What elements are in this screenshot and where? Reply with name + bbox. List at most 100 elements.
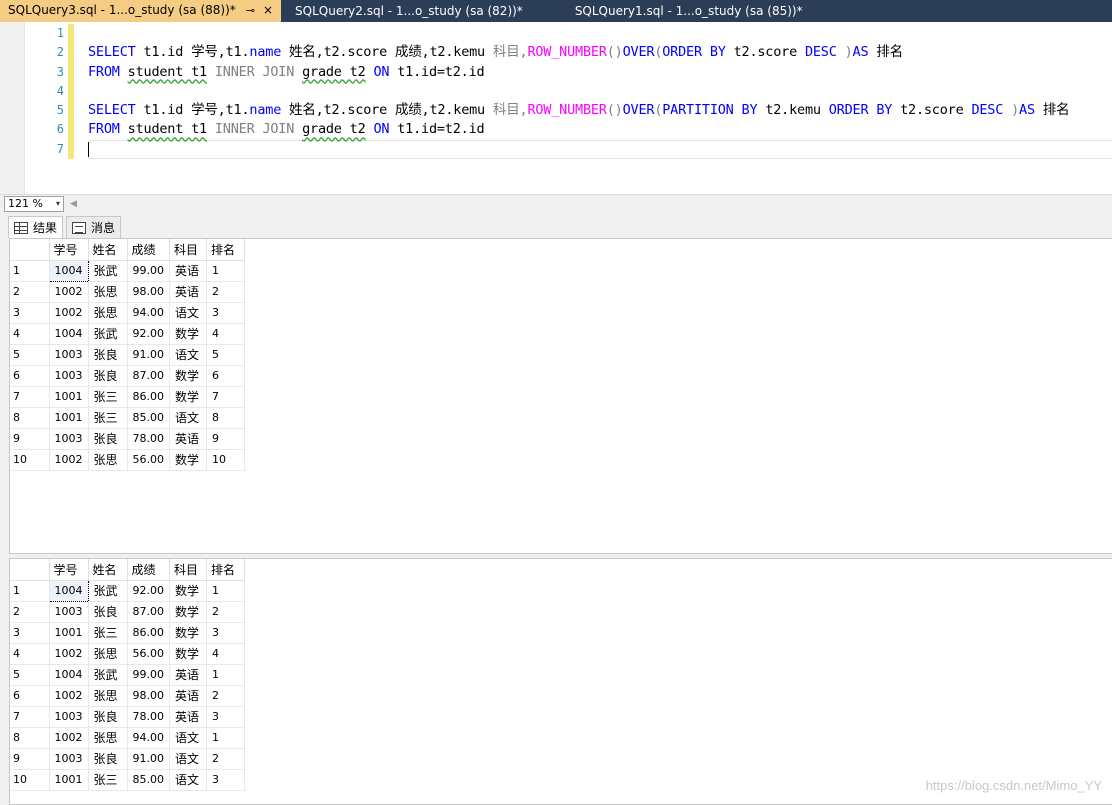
tab-results[interactable]: 结果 xyxy=(8,216,64,238)
cell-subject[interactable]: 语文 xyxy=(169,302,207,324)
cell-subject[interactable]: 数学 xyxy=(169,323,207,345)
table-row[interactable]: 4 1004 张武 92.00 数学 4 xyxy=(10,323,245,345)
cell-score[interactable]: 85.00 xyxy=(127,769,170,791)
cell-id[interactable]: 1001 xyxy=(49,622,89,644)
cell-id[interactable]: 1002 xyxy=(49,281,89,303)
cell-score[interactable]: 86.00 xyxy=(127,622,170,644)
pin-icon[interactable]: ⊸ xyxy=(246,4,255,17)
cell-score[interactable]: 87.00 xyxy=(127,601,170,623)
cell-name[interactable]: 张良 xyxy=(88,748,128,770)
cell-score[interactable]: 78.00 xyxy=(127,706,170,728)
cell-id[interactable]: 1002 xyxy=(49,302,89,324)
cell-score[interactable]: 86.00 xyxy=(127,386,170,408)
table-row[interactable]: 2 1002 张思 98.00 英语 2 xyxy=(10,281,245,303)
row-number[interactable]: 10 xyxy=(10,449,50,471)
query-editor[interactable]: 1 2 3 4 5 6 7 SELECT t1.id 学号,t1.name 姓名… xyxy=(0,22,1112,194)
cell-name[interactable]: 张良 xyxy=(88,601,128,623)
cell-rank[interactable]: 2 xyxy=(206,685,245,707)
result-grid-1[interactable]: 学号 姓名 成绩 科目 排名 1 1004 张武 99.00 英语 1 2 1002 张思 98.… xyxy=(9,238,1112,554)
result-grid-2[interactable]: 学号 姓名 成绩 科目 排名 1 1004 张武 92.00 数学 1 2 1003 张良 87.… xyxy=(9,558,1112,805)
row-number[interactable]: 10 xyxy=(10,769,50,791)
cell-name[interactable]: 张良 xyxy=(88,344,128,366)
grid-corner[interactable] xyxy=(10,559,50,581)
cell-score[interactable]: 99.00 xyxy=(127,664,170,686)
cell-score[interactable]: 56.00 xyxy=(127,449,170,471)
cell-subject[interactable]: 数学 xyxy=(169,601,207,623)
table-row[interactable]: 2 1003 张良 87.00 数学 2 xyxy=(10,601,245,623)
cell-score[interactable]: 85.00 xyxy=(127,407,170,429)
cell-rank[interactable]: 1 xyxy=(206,664,245,686)
cell-rank[interactable]: 1 xyxy=(206,727,245,749)
row-number[interactable]: 6 xyxy=(10,365,50,387)
zoom-select[interactable]: 121 % ▾ xyxy=(4,195,64,212)
cell-subject[interactable]: 英语 xyxy=(169,664,207,686)
cell-name[interactable]: 张思 xyxy=(88,449,128,471)
table-row[interactable]: 9 1003 张良 78.00 英语 9 xyxy=(10,428,245,450)
table-row[interactable]: 1 1004 张武 99.00 英语 1 xyxy=(10,259,245,282)
row-number[interactable]: 5 xyxy=(10,344,50,366)
cell-rank[interactable]: 4 xyxy=(206,323,245,345)
row-number[interactable]: 1 xyxy=(10,260,50,282)
cell-score[interactable]: 98.00 xyxy=(127,685,170,707)
cell-id[interactable]: 1002 xyxy=(49,727,89,749)
column-header-id[interactable]: 学号 xyxy=(49,559,89,581)
cell-id[interactable]: 1003 xyxy=(49,365,89,387)
tab-sqlquery2[interactable]: SQLQuery2.sql - 1...o_study (sa (82))* xyxy=(287,0,531,22)
cell-subject[interactable]: 英语 xyxy=(169,260,207,282)
column-header-subject[interactable]: 科目 xyxy=(169,239,207,261)
column-header-score[interactable]: 成绩 xyxy=(127,559,170,581)
cell-id[interactable]: 1004 xyxy=(49,664,89,686)
row-number[interactable]: 7 xyxy=(10,706,50,728)
cell-id[interactable]: 1003 xyxy=(49,748,89,770)
cell-score[interactable]: 91.00 xyxy=(127,748,170,770)
cell-id[interactable]: 1004 xyxy=(48,259,89,282)
code-line-4[interactable] xyxy=(88,82,1112,101)
table-row[interactable]: 4 1002 张思 56.00 数学 4 xyxy=(10,643,245,665)
row-number[interactable]: 2 xyxy=(10,281,50,303)
table-row[interactable]: 5 1003 张良 91.00 语文 5 xyxy=(10,344,245,366)
cell-subject[interactable]: 语文 xyxy=(169,727,207,749)
cell-name[interactable]: 张三 xyxy=(88,622,128,644)
cell-name[interactable]: 张三 xyxy=(88,769,128,791)
row-number[interactable]: 6 xyxy=(10,685,50,707)
row-number[interactable]: 2 xyxy=(10,601,50,623)
cell-subject[interactable]: 语文 xyxy=(169,769,207,791)
row-number[interactable]: 4 xyxy=(10,323,50,345)
table-row[interactable]: 3 1001 张三 86.00 数学 3 xyxy=(10,622,245,644)
code-area[interactable]: SELECT t1.id 学号,t1.name 姓名,t2.score 成绩,t… xyxy=(88,24,1112,160)
row-number[interactable]: 1 xyxy=(10,580,50,602)
cell-name[interactable]: 张三 xyxy=(88,386,128,408)
cell-id[interactable]: 1001 xyxy=(49,407,89,429)
column-header-subject[interactable]: 科目 xyxy=(169,559,207,581)
cell-id[interactable]: 1004 xyxy=(49,323,89,345)
code-line-5[interactable]: SELECT t1.id 学号,t1.name 姓名,t2.score 成绩,t… xyxy=(88,101,1112,120)
column-header-id[interactable]: 学号 xyxy=(49,239,89,261)
row-number[interactable]: 3 xyxy=(10,622,50,644)
cell-id[interactable]: 1003 xyxy=(49,601,89,623)
cell-rank[interactable]: 5 xyxy=(206,344,245,366)
row-number[interactable]: 9 xyxy=(10,748,50,770)
cell-name[interactable]: 张思 xyxy=(88,281,128,303)
tab-sqlquery1[interactable]: SQLQuery1.sql - 1...o_study (sa (85))* xyxy=(567,0,811,22)
table-row[interactable]: 10 1002 张思 56.00 数学 10 xyxy=(10,449,245,471)
scroll-left-icon[interactable]: ◀ xyxy=(70,199,77,209)
row-number[interactable]: 4 xyxy=(10,643,50,665)
cell-name[interactable]: 张思 xyxy=(88,302,128,324)
column-header-name[interactable]: 姓名 xyxy=(88,559,128,581)
grid-corner[interactable] xyxy=(10,239,50,261)
cell-id[interactable]: 1002 xyxy=(49,643,89,665)
cell-score[interactable]: 92.00 xyxy=(127,323,170,345)
cell-rank[interactable]: 9 xyxy=(206,428,245,450)
cell-name[interactable]: 张武 xyxy=(88,260,128,282)
row-number[interactable]: 3 xyxy=(10,302,50,324)
cell-name[interactable]: 张三 xyxy=(88,407,128,429)
cell-score[interactable]: 91.00 xyxy=(127,344,170,366)
cell-id[interactable]: 1004 xyxy=(48,579,89,602)
cell-rank[interactable]: 7 xyxy=(206,386,245,408)
code-line-2[interactable]: SELECT t1.id 学号,t1.name 姓名,t2.score 成绩,t… xyxy=(88,43,1112,62)
row-number[interactable]: 8 xyxy=(10,727,50,749)
cell-score[interactable]: 92.00 xyxy=(127,580,170,602)
cell-score[interactable]: 56.00 xyxy=(127,643,170,665)
cell-rank[interactable]: 2 xyxy=(206,281,245,303)
cell-score[interactable]: 87.00 xyxy=(127,365,170,387)
